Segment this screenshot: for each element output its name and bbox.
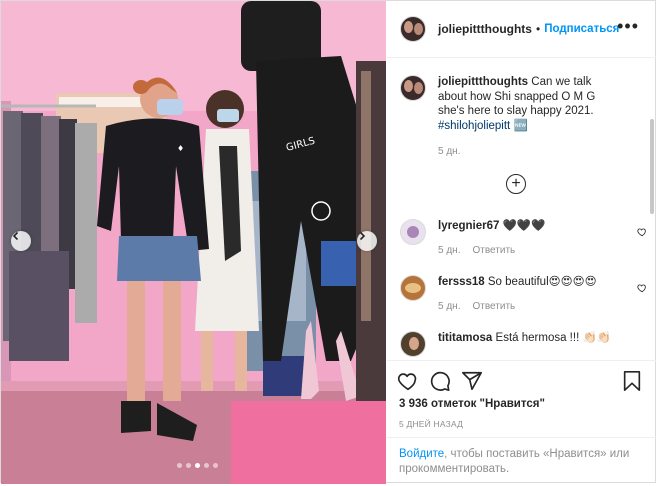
carousel-dot-active[interactable]: [195, 463, 200, 468]
comment-text: 🖤🖤🖤: [502, 220, 546, 232]
more-options-icon[interactable]: •••: [617, 16, 639, 37]
carousel-dot[interactable]: [177, 463, 182, 468]
comments-scrollbar[interactable]: [650, 119, 654, 214]
caption-age: 5 дн.: [438, 146, 461, 157]
post-header: joliepittthoughts • Подписаться •••: [387, 1, 656, 58]
header-separator: •: [535, 22, 541, 36]
comment-username[interactable]: tititamosa: [438, 332, 492, 344]
carousel-prev-button[interactable]: [11, 231, 31, 251]
bookmark-icon[interactable]: [621, 370, 643, 392]
chevron-right-icon: [359, 231, 366, 241]
likes-count[interactable]: 3 936 отметок "Нравится": [399, 398, 545, 410]
post-photo[interactable]: GIRLS ♦: [1, 1, 386, 484]
chevron-left-icon: [12, 231, 19, 241]
avatar[interactable]: [400, 331, 426, 357]
comment-text: So beautiful😍😍😍😍: [487, 276, 597, 288]
comment-item: fersss18 So beautiful😍😍😍😍 5 дн. Ответить: [400, 275, 623, 314]
comment-item: lyregnier67 🖤🖤🖤 5 дн. Ответить: [400, 219, 623, 258]
carousel-indicator: [177, 463, 218, 468]
post-timestamp[interactable]: 5 ДНЕЙ НАЗАД: [399, 419, 463, 429]
caption-hashtag[interactable]: #shilohjoliepitt: [438, 120, 510, 132]
comment-age: 5 дн.: [438, 300, 461, 312]
comment-like-icon[interactable]: [637, 283, 647, 293]
avatar[interactable]: [400, 275, 426, 301]
avatar[interactable]: [400, 16, 426, 42]
carousel-dot[interactable]: [213, 463, 218, 468]
login-link[interactable]: Войдите: [399, 448, 444, 460]
reply-button[interactable]: Ответить: [472, 244, 515, 259]
carousel-dot[interactable]: [186, 463, 191, 468]
login-prompt: Войдите, чтобы поставить «Нравится» или …: [387, 437, 656, 486]
comment-username[interactable]: lyregnier67: [438, 220, 499, 232]
comment-text: Está hermosa !!! 👏🏻👏🏻: [495, 332, 612, 344]
caption-username[interactable]: joliepittthoughts: [438, 76, 528, 88]
avatar[interactable]: [400, 75, 426, 101]
share-icon[interactable]: [461, 370, 483, 392]
carousel-dot[interactable]: [204, 463, 209, 468]
svg-text:♦: ♦: [177, 144, 184, 153]
carousel-next-button[interactable]: [357, 231, 377, 251]
load-more-comments-button[interactable]: +: [506, 174, 526, 194]
comment-icon[interactable]: [429, 370, 451, 392]
comment-like-icon[interactable]: [637, 227, 647, 237]
comment-item: tititamosa Está hermosa !!! 👏🏻👏🏻: [400, 331, 623, 357]
instagram-post: GIRLS ♦ joliepittthoughts • Подписаться …: [0, 0, 656, 484]
comment-age: 5 дн.: [438, 244, 461, 256]
post-actions: 3 936 отметок "Нравится" 5 ДНЕЙ НАЗАД Во…: [387, 360, 656, 484]
photo-illustration: GIRLS ♦: [1, 1, 386, 484]
caption: joliepittthoughts Can we talk about how …: [400, 75, 623, 160]
header-username[interactable]: joliepittthoughts: [438, 22, 532, 36]
comments-section[interactable]: joliepittthoughts Can we talk about how …: [387, 59, 656, 359]
follow-button[interactable]: Подписаться: [544, 23, 619, 35]
comment-username[interactable]: fersss18: [438, 276, 485, 288]
caption-emoji: 🆕: [513, 119, 528, 132]
heart-icon[interactable]: [397, 370, 419, 392]
post-sidebar: joliepittthoughts • Подписаться ••• joli…: [387, 1, 656, 484]
avatar[interactable]: [400, 219, 426, 245]
reply-button[interactable]: Ответить: [472, 300, 515, 315]
plus-icon: +: [511, 175, 521, 192]
